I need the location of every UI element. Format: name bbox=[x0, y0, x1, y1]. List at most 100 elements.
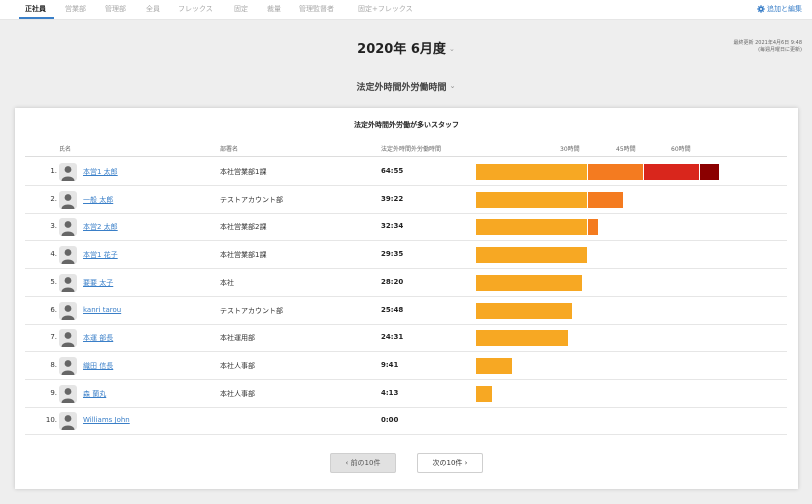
staff-name-link[interactable]: 本営1 太郎 bbox=[83, 167, 118, 177]
row-rank: 8. bbox=[50, 360, 57, 369]
bar-segment-under-30h bbox=[476, 274, 582, 291]
table-row: 9. 森 蘭丸 本社人事部 4:13 bbox=[25, 380, 787, 408]
overtime-bar bbox=[476, 357, 513, 374]
user-avatar-icon bbox=[59, 246, 77, 265]
tick-60h: 60時間 bbox=[671, 146, 691, 153]
prev-page-button[interactable]: ‹ 前の10件 bbox=[330, 453, 396, 473]
overtime-hours: 28:20 bbox=[381, 277, 404, 286]
bar-segment-under-30h bbox=[476, 357, 513, 374]
table-row: 3. 本営2 太郎 本社営業部2課 32:34 bbox=[25, 213, 787, 242]
tick-45h: 45時間 bbox=[616, 146, 636, 153]
overtime-bar bbox=[476, 330, 568, 347]
overtime-hours: 64:55 bbox=[381, 167, 404, 175]
row-rank: 10. bbox=[45, 416, 57, 425]
chevron-left-icon: ‹ bbox=[345, 459, 349, 467]
overtime-hours: 32:34 bbox=[381, 222, 404, 231]
department-name: 本社営業部1課 bbox=[220, 251, 267, 260]
period-label: 2020年 6月度 bbox=[357, 42, 446, 57]
tab-seishain[interactable]: 正社員 bbox=[25, 4, 46, 14]
staff-name-link[interactable]: 本営2 太郎 bbox=[83, 222, 118, 232]
gear-icon bbox=[757, 5, 765, 13]
staff-name-link[interactable]: Williams John bbox=[83, 416, 130, 424]
next-page-label: 次の10件 bbox=[432, 459, 463, 467]
staff-name-link[interactable]: 一般 太郎 bbox=[83, 195, 113, 205]
user-avatar-icon bbox=[59, 412, 77, 431]
row-rank: 2. bbox=[50, 194, 57, 203]
overtime-bar bbox=[476, 219, 598, 236]
tab-kotei-flex[interactable]: 固定+フレックス bbox=[358, 4, 413, 14]
overtime-hours: 24:31 bbox=[381, 333, 404, 342]
tab-eigyo[interactable]: 営業部 bbox=[65, 4, 86, 14]
table-row: 8. 織田 信長 本社人事部 9:41 bbox=[25, 352, 787, 380]
row-rank: 5. bbox=[50, 277, 57, 286]
staff-name-link[interactable]: 要要 太子 bbox=[83, 278, 113, 288]
bar-segment-45-60h bbox=[644, 164, 701, 180]
tab-zenin[interactable]: 全員 bbox=[146, 4, 160, 14]
staff-name-link[interactable]: kanri tarou bbox=[83, 306, 121, 314]
header-divider bbox=[25, 156, 787, 157]
tick-30h: 30時間 bbox=[560, 146, 580, 153]
overtime-hours: 39:22 bbox=[381, 194, 404, 203]
add-edit-button[interactable]: 追加と編集 bbox=[757, 4, 802, 14]
overtime-hours: 0:00 bbox=[381, 416, 399, 425]
department-name: 本社営業部2課 bbox=[220, 223, 267, 232]
overtime-bar bbox=[476, 274, 582, 291]
tab-kanri-kantokusha[interactable]: 管理監督者 bbox=[299, 4, 334, 14]
tab-kotei[interactable]: 固定 bbox=[234, 4, 248, 14]
table-row: 4. 本営1 花子 本社営業部1課 29:35 bbox=[25, 241, 787, 270]
bar-segment-under-30h bbox=[476, 164, 589, 180]
tab-kanri[interactable]: 管理部 bbox=[105, 4, 126, 14]
staff-name-link[interactable]: 本営1 花子 bbox=[83, 250, 118, 260]
overtime-bar bbox=[476, 191, 624, 208]
department-name: 本社 bbox=[220, 278, 234, 287]
bar-segment-under-30h bbox=[476, 302, 573, 319]
bar-segment-under-30h bbox=[476, 247, 587, 264]
period-selector[interactable]: 2020年 6月度 ⌄ bbox=[0, 38, 812, 57]
overtime-bar bbox=[476, 164, 719, 180]
department-name: 本社営業部1課 bbox=[220, 168, 267, 176]
row-rank: 9. bbox=[50, 388, 57, 397]
table-row: 7. 本運 部長 本社運用部 24:31 bbox=[25, 324, 787, 353]
chevron-right-icon: › bbox=[464, 459, 468, 467]
user-avatar-icon bbox=[59, 273, 77, 292]
card-title: 法定外時間外労働が多いスタッフ bbox=[354, 121, 459, 129]
next-page-button[interactable]: 次の10件 › bbox=[417, 453, 483, 473]
staff-name-link[interactable]: 織田 信長 bbox=[83, 361, 113, 371]
department-name: テストアカウント部 bbox=[220, 306, 283, 315]
prev-page-label: 前の10件 bbox=[350, 459, 381, 467]
bar-segment-30-45h bbox=[588, 164, 645, 180]
overtime-bar bbox=[476, 302, 573, 319]
overtime-bar bbox=[476, 385, 492, 402]
table-row: 6. kanri tarou テストアカウント部 25:48 bbox=[25, 297, 787, 325]
tab-sairyo[interactable]: 裁量 bbox=[267, 4, 281, 14]
last-updated-time: 最終更新 2021年4月6日 9:48 bbox=[733, 40, 803, 46]
staff-name-link[interactable]: 森 蘭丸 bbox=[83, 389, 106, 399]
add-edit-label: 追加と編集 bbox=[767, 5, 802, 13]
row-rank: 6. bbox=[50, 305, 57, 314]
last-updated-note: (毎週月曜日に更新) bbox=[758, 47, 802, 53]
department-name: 本社人事部 bbox=[220, 389, 255, 398]
metric-selector[interactable]: 法定外時間外労働時間 ⌄ bbox=[0, 80, 812, 93]
department-name: 本社運用部 bbox=[220, 334, 255, 343]
chevron-down-icon: ⌄ bbox=[449, 82, 456, 90]
overtime-bar bbox=[476, 247, 587, 264]
user-avatar-icon bbox=[59, 218, 77, 237]
user-avatar-icon bbox=[59, 190, 77, 209]
user-avatar-icon bbox=[59, 329, 77, 348]
department-name: テストアカウント部 bbox=[220, 195, 283, 204]
active-tab-indicator bbox=[19, 17, 54, 19]
overtime-hours: 4:13 bbox=[381, 388, 399, 397]
table-row: 10. Williams John 0:00 bbox=[25, 407, 787, 436]
department-name: 本社人事部 bbox=[220, 361, 255, 370]
bar-segment-over-60h bbox=[700, 164, 719, 180]
tab-flex[interactable]: フレックス bbox=[178, 4, 213, 14]
table-row: 5. 要要 太子 本社 28:20 bbox=[25, 269, 787, 297]
column-header-name: 氏名 bbox=[59, 146, 72, 153]
bar-segment-30-45h bbox=[588, 191, 624, 208]
staff-name-link[interactable]: 本運 部長 bbox=[83, 333, 113, 343]
overtime-hours: 25:48 bbox=[381, 305, 404, 314]
user-avatar-icon bbox=[59, 356, 77, 375]
column-header-dept: 部署名 bbox=[220, 146, 239, 153]
row-rank: 4. bbox=[50, 250, 57, 259]
chevron-down-icon: ⌄ bbox=[448, 45, 455, 53]
